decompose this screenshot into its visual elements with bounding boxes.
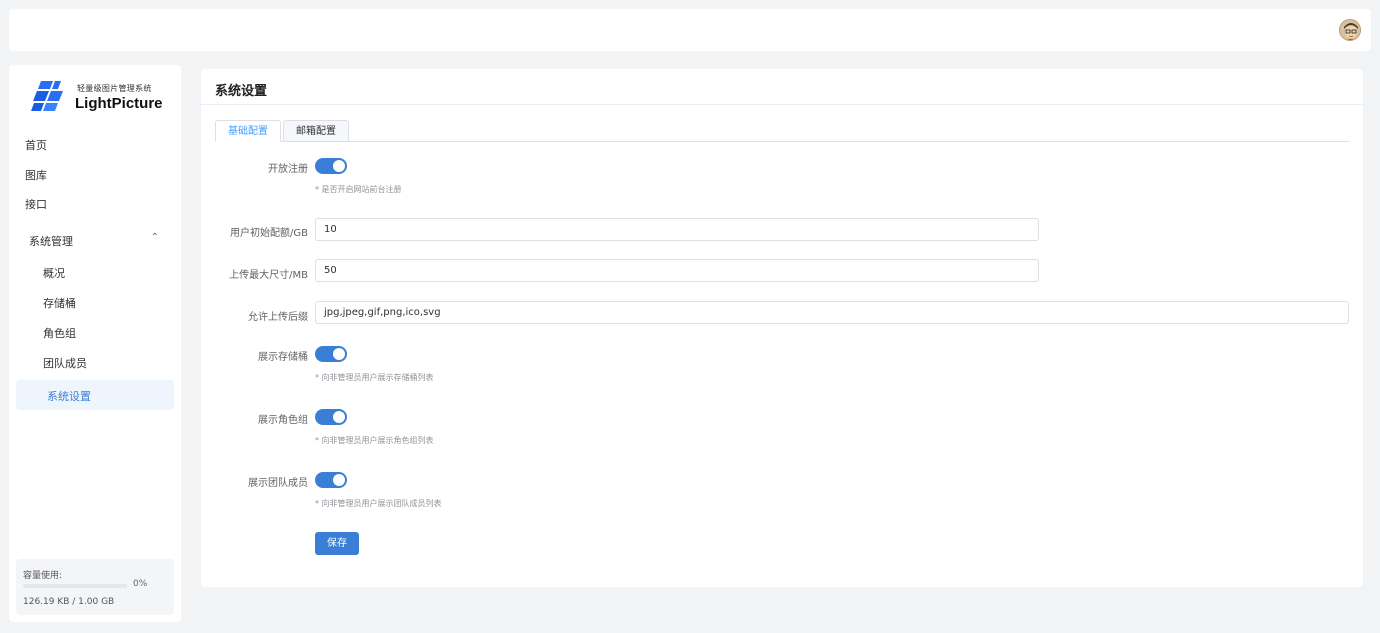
divider [201, 104, 1363, 105]
open-register-toggle[interactable] [315, 158, 347, 174]
open-register-hint: * 是否开启网站前台注册 [315, 185, 402, 194]
top-bar [9, 9, 1371, 51]
avatar-icon [1340, 20, 1360, 40]
open-register-label: 开放注册 [268, 164, 308, 175]
sidebar-item-settings-label: 系统设置 [47, 390, 91, 403]
sidebar-item-api[interactable]: 接口 [25, 196, 47, 212]
sidebar-item-team[interactable]: 团队成员 [43, 355, 87, 371]
sidebar-item-buckets[interactable]: 存储桶 [43, 295, 76, 311]
initial-quota-input[interactable]: 10 [315, 218, 1039, 241]
user-avatar[interactable] [1339, 19, 1361, 41]
logo-subtitle: 轻量级图片管理系统 [77, 84, 152, 93]
sidebar-item-roles[interactable]: 角色组 [43, 325, 76, 341]
sidebar-group-system[interactable]: 系统管理 ⌃ [29, 232, 159, 249]
allowed-ext-label: 允许上传后缀 [248, 312, 308, 323]
allowed-ext-input[interactable]: jpg,jpeg,gif,png,ico,svg [315, 301, 1349, 324]
storage-usage: 容量使用: 0% 126.19 KB / 1.00 GB [16, 559, 174, 615]
tabs-divider [215, 141, 1349, 142]
logo-icon [31, 81, 63, 111]
sidebar-item-home[interactable]: 首页 [25, 137, 47, 153]
show-bucket-hint: * 向非管理员用户展示存储桶列表 [315, 373, 434, 382]
show-role-hint: * 向非管理员用户展示角色组列表 [315, 436, 434, 445]
usage-size: 126.19 KB / 1.00 GB [23, 597, 115, 607]
chevron-up-icon: ⌃ [150, 232, 159, 243]
save-button[interactable]: 保存 [315, 532, 359, 555]
max-upload-label: 上传最大尺寸/MB [229, 270, 308, 281]
sidebar-item-gallery[interactable]: 图库 [25, 167, 47, 183]
show-team-toggle[interactable] [315, 472, 347, 488]
usage-percent: 0% [133, 579, 148, 589]
usage-progress-bar [23, 584, 127, 588]
usage-title: 容量使用: [23, 571, 63, 581]
page-title: 系统设置 [215, 84, 268, 99]
initial-quota-label: 用户初始配额/GB [230, 228, 308, 239]
sidebar: 轻量级图片管理系统 LightPicture 首页 图库 接口 系统管理 ⌃ 概… [9, 65, 181, 622]
max-upload-input[interactable]: 50 [315, 259, 1039, 282]
show-team-hint: * 向非管理员用户展示团队成员列表 [315, 499, 442, 508]
sidebar-group-label: 系统管理 [29, 235, 73, 248]
logo-title: LightPicture [75, 95, 163, 112]
show-role-toggle[interactable] [315, 409, 347, 425]
settings-panel: 系统设置 基础配置 邮箱配置 开放注册 * 是否开启网站前台注册 用户初始配额/… [201, 69, 1363, 587]
sidebar-item-overview[interactable]: 概况 [43, 265, 65, 281]
show-role-label: 展示角色组 [258, 415, 308, 426]
sidebar-item-settings[interactable] [16, 380, 174, 410]
show-team-label: 展示团队成员 [248, 478, 308, 489]
tab-basic-config[interactable]: 基础配置 [215, 120, 281, 142]
show-bucket-label: 展示存储桶 [258, 352, 308, 363]
logo[interactable]: 轻量级图片管理系统 LightPicture [31, 79, 171, 115]
show-bucket-toggle[interactable] [315, 346, 347, 362]
tab-email-config[interactable]: 邮箱配置 [283, 120, 349, 142]
